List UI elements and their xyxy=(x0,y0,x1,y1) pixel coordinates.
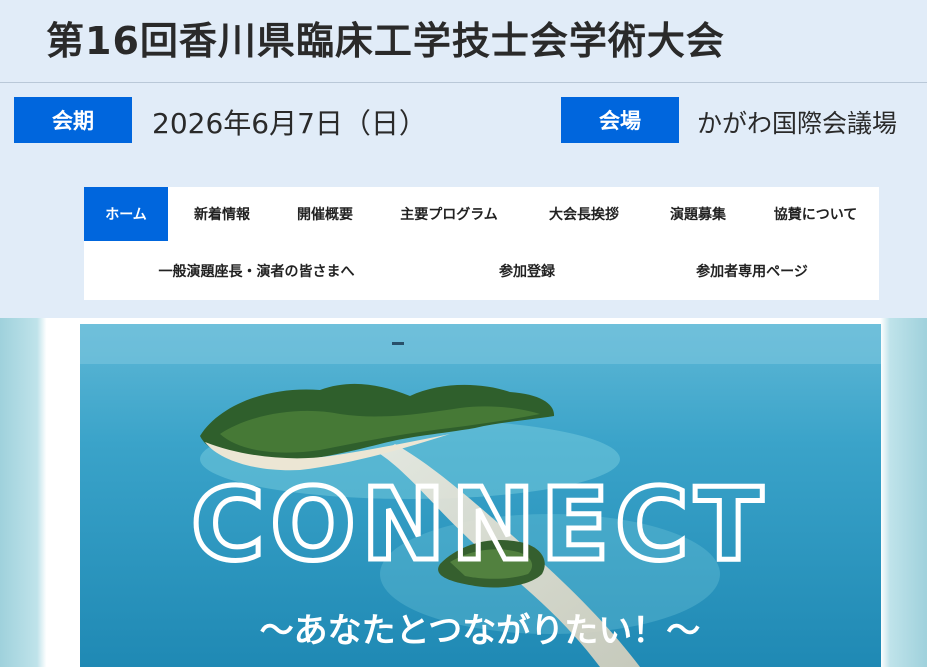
hero-banner: CONNECT CONNECT 〜あなたとつながりたい！〜 xyxy=(80,324,881,667)
nav-item-participants-page[interactable]: 参加者専用ページ xyxy=(625,244,879,298)
hero-tagline: 〜あなたとつながりたい！〜 xyxy=(260,611,701,651)
nav-item-call-for-abstracts[interactable]: 演題募集 xyxy=(644,187,752,241)
header-divider xyxy=(0,82,927,83)
nav-item-news[interactable]: 新着情報 xyxy=(168,187,276,241)
nav-item-overview[interactable]: 開催概要 xyxy=(276,187,374,241)
event-date: 2026年6月7日（日） xyxy=(152,107,427,140)
venue-label: 会場 xyxy=(561,97,679,143)
nav-item-home[interactable]: ホーム xyxy=(84,187,168,241)
site-title: 第16回香川県臨床工学技士会学術大会 xyxy=(46,19,725,63)
nav-item-program[interactable]: 主要プログラム xyxy=(374,187,524,241)
nav-item-sponsorship[interactable]: 協賛について xyxy=(752,187,879,241)
nav-item-registration[interactable]: 参加登録 xyxy=(429,244,625,298)
main-nav: ホーム 新着情報 開催概要 主要プログラム 大会長挨拶 演題募集 協賛について … xyxy=(84,187,879,300)
event-venue: かがわ国際会議場 xyxy=(697,109,898,138)
nav-row-1: ホーム 新着情報 開催概要 主要プログラム 大会長挨拶 演題募集 協賛について xyxy=(84,187,879,241)
nav-row-2: 一般演題座長・演者の皆さまへ 参加登録 参加者専用ページ xyxy=(84,244,879,298)
hero-headline-outline: CONNECT xyxy=(191,466,769,583)
nav-item-chairs-speakers[interactable]: 一般演題座長・演者の皆さまへ xyxy=(84,244,429,298)
nav-item-greeting[interactable]: 大会長挨拶 xyxy=(524,187,644,241)
term-label: 会期 xyxy=(14,97,132,143)
